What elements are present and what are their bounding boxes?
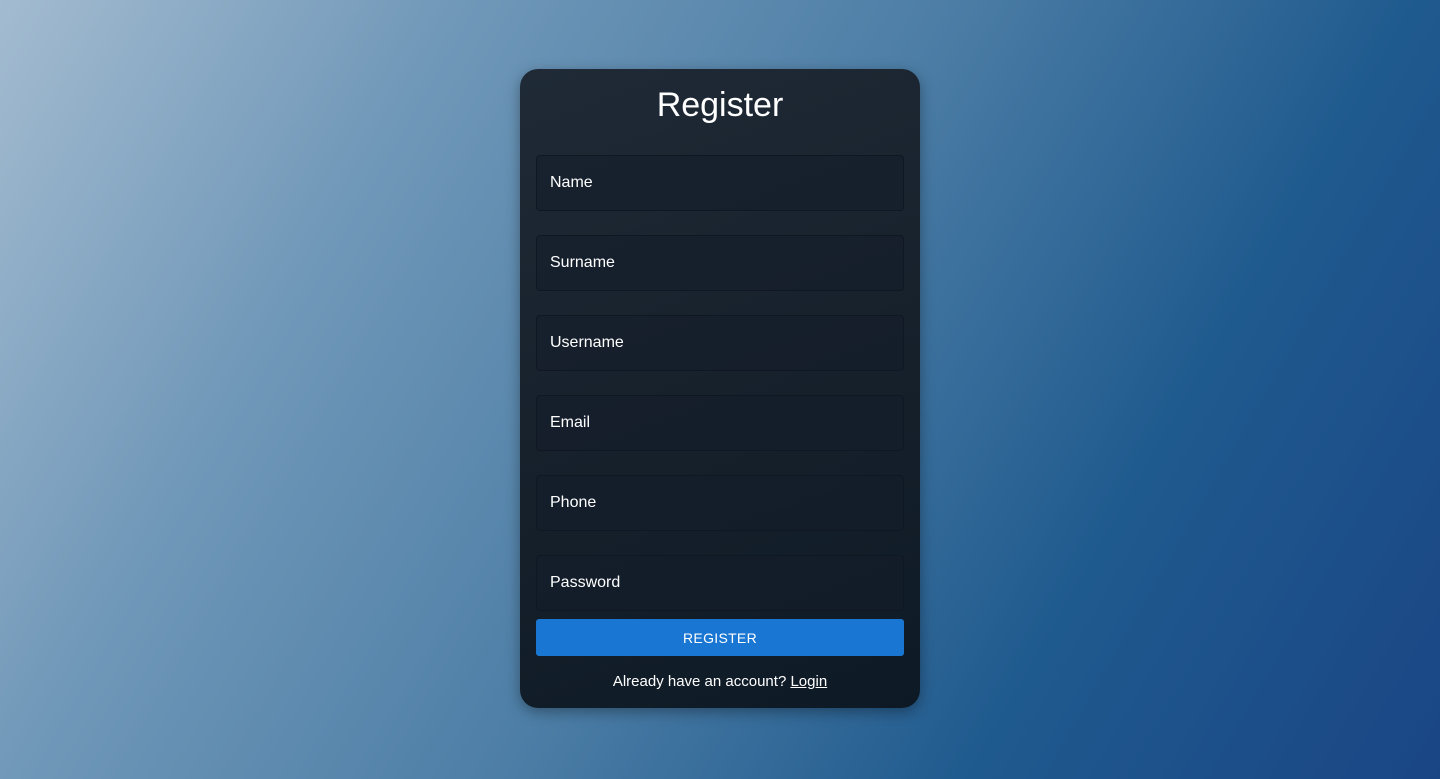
login-prompt-text: Already have an account? bbox=[612, 673, 787, 690]
login-prompt: Already have an account? Login bbox=[520, 673, 920, 691]
phone-field[interactable] bbox=[536, 475, 904, 531]
username-field[interactable] bbox=[536, 315, 904, 371]
register-card: Register REGISTER Already have an accoun… bbox=[520, 69, 920, 708]
login-link[interactable]: Login bbox=[790, 673, 827, 690]
email-field[interactable] bbox=[536, 395, 904, 451]
password-field[interactable] bbox=[536, 555, 904, 611]
name-field[interactable] bbox=[536, 155, 904, 211]
register-button[interactable]: REGISTER bbox=[536, 619, 904, 656]
surname-field[interactable] bbox=[536, 235, 904, 291]
page-title: Register bbox=[656, 86, 784, 124]
